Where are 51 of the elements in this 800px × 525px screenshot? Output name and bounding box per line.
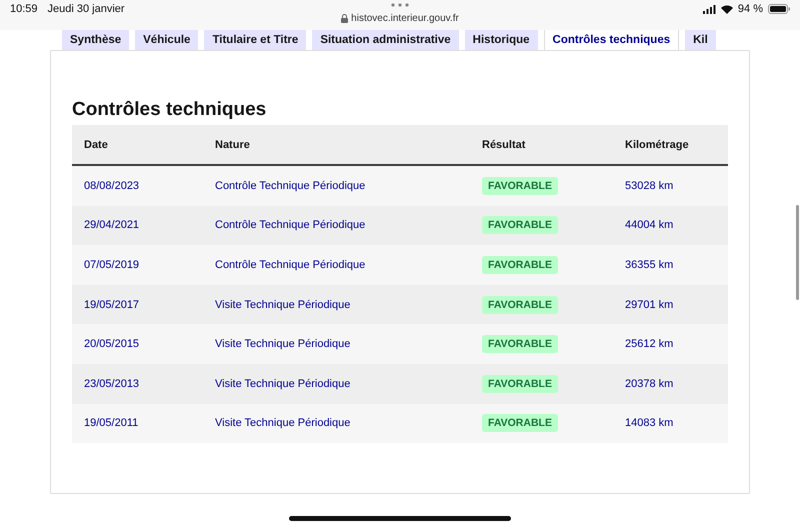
scrollbar[interactable] — [796, 205, 799, 300]
nature-link[interactable]: Visite Technique Périodique — [203, 298, 470, 311]
date-link[interactable]: 08/08/2023 — [72, 180, 203, 192]
lock-icon — [341, 14, 348, 23]
mileage-link[interactable]: 36355 km — [613, 258, 728, 271]
mileage-link[interactable]: 44004 km — [613, 219, 728, 232]
column-header: Kilométrage — [624, 138, 690, 150]
date-link[interactable]: 07/05/2019 — [72, 258, 203, 271]
date-link[interactable]: 20/05/2015 — [72, 338, 203, 350]
nature-link[interactable]: Visite Technique Périodique — [203, 417, 470, 430]
home-indicator[interactable] — [289, 516, 511, 521]
nature-link[interactable]: Contrôle Technique Périodique — [203, 219, 470, 232]
nature-link[interactable]: Contrôle Technique Périodique — [203, 180, 470, 192]
nature-link[interactable]: Contrôle Technique Périodique — [203, 258, 470, 271]
more-icon[interactable] — [390, 3, 410, 7]
mileage-link[interactable]: 25612 km — [613, 338, 728, 350]
tab[interactable]: Contrôles techniques — [544, 30, 680, 50]
result-badge: FAVORABLE — [482, 256, 558, 274]
date-link[interactable]: 23/05/2013 — [72, 378, 203, 390]
nature-link[interactable]: Visite Technique Périodique — [203, 338, 470, 350]
column-header: Résultat — [481, 138, 526, 150]
date-link[interactable]: 29/04/2021 — [72, 219, 203, 232]
url-text[interactable]: histovec.interieur.gouv.fr — [351, 13, 459, 24]
date-text: Jeudi 30 janvier — [48, 3, 125, 15]
battery-icon — [768, 4, 790, 14]
result-badge: FAVORABLE — [482, 176, 558, 195]
column-header: Nature — [214, 138, 251, 150]
tab[interactable]: Historique — [464, 30, 538, 50]
tab[interactable]: Titulaire et Titre — [204, 30, 306, 50]
mileage-link[interactable]: 20378 km — [613, 378, 728, 390]
mileage-link[interactable]: 14083 km — [613, 417, 728, 430]
nature-link[interactable]: Visite Technique Périodique — [203, 378, 470, 390]
battery-level: 94 % — [738, 3, 763, 15]
tab[interactable]: Synthèse — [62, 30, 130, 50]
tab[interactable]: Véhicule — [135, 30, 198, 50]
wifi-icon — [720, 4, 733, 14]
result-badge: FAVORABLE — [482, 296, 558, 314]
clock-time: 10:59 — [10, 3, 38, 15]
mileage-link[interactable]: 29701 km — [613, 298, 728, 311]
section-title: Contrôles techniques — [72, 99, 268, 121]
mileage-link[interactable]: 53028 km — [613, 180, 728, 192]
signal-icon — [702, 4, 716, 14]
tab[interactable]: Kil — [685, 30, 716, 50]
result-badge: FAVORABLE — [482, 335, 558, 354]
date-link[interactable]: 19/05/2011 — [72, 417, 203, 430]
date-link[interactable]: 19/05/2017 — [72, 298, 203, 311]
column-header: Date — [83, 138, 109, 150]
result-badge: FAVORABLE — [482, 374, 558, 393]
result-badge: FAVORABLE — [482, 414, 558, 432]
tab[interactable]: Situation administrative — [312, 30, 459, 50]
result-badge: FAVORABLE — [482, 216, 558, 234]
